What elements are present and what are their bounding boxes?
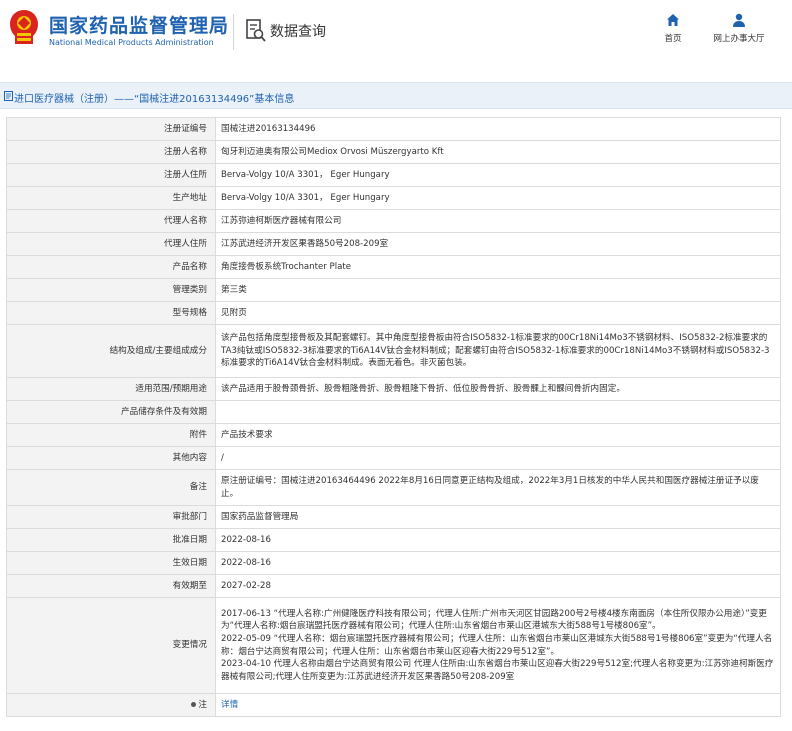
field-label: 产品名称 <box>6 255 216 279</box>
agency-name-en: National Medical Products Administration <box>49 38 214 47</box>
document-icon <box>4 91 13 101</box>
bullet-icon <box>191 701 197 707</box>
field-value: 国家药品监督管理局 <box>215 505 781 529</box>
field-value: 原注册证编号：国械注进20163464496 2022年8月16日同意更正结构及… <box>215 469 781 506</box>
agency-name-cn[interactable]: 国家药品监督管理局 <box>49 11 229 38</box>
document-search-icon <box>246 19 266 42</box>
table-row: 备注 原注册证编号：国械注进20163464496 2022年8月16日同意更正… <box>6 469 781 506</box>
user-icon <box>733 13 745 27</box>
table-row: 代理人住所 江苏武进经济开发区果香路50号208-209室 <box>6 232 781 256</box>
page-title: 数据查询 <box>270 24 326 40</box>
breadcrumb-text: 进口医疗器械（注册）——“国械注进20163134496”基本信息 <box>14 94 295 105</box>
site-header: 国家药品监督管理局 National Medical Products Admi… <box>0 0 792 68</box>
field-label: 型号规格 <box>6 301 216 325</box>
field-value: 产品技术要求 <box>215 423 781 447</box>
field-value: Berva-Volgy 10/A 3301， Eger Hungary <box>215 163 781 187</box>
field-label: 生产地址 <box>6 186 216 210</box>
header-divider <box>233 14 234 50</box>
note-value: 详情 <box>215 693 781 717</box>
change-entry: 2017-06-13 “代理人名称:广州健隆医疗科技有限公司；代理人住所:广州市… <box>221 608 767 632</box>
home-icon <box>667 14 679 26</box>
field-value: 角度接骨板系统Trochanter Plate <box>215 255 781 279</box>
table-row: 产品名称 角度接骨板系统Trochanter Plate <box>6 255 781 279</box>
field-label: 管理类别 <box>6 278 216 302</box>
note-label: 注 <box>198 699 207 710</box>
field-label: 附件 <box>6 423 216 447</box>
field-value <box>215 400 781 424</box>
table-row: 生效日期 2022-08-16 <box>6 551 781 575</box>
field-value: 该产品适用于股骨颈骨折、股骨粗隆骨折、股骨粗隆下骨折、低位股骨骨折、股骨髁上和髁… <box>215 377 781 401</box>
field-label: 代理人住所 <box>6 232 216 256</box>
field-value: 2027-02-28 <box>215 574 781 598</box>
table-row: 注册人住所 Berva-Volgy 10/A 3301， Eger Hungar… <box>6 163 781 187</box>
table-row-change-history: 变更情况 2017-06-13 “代理人名称:广州健隆医疗科技有限公司；代理人住… <box>6 597 781 694</box>
field-value: 匈牙利迈迪奥有限公司Mediox Orvosi Müszergyarto Kft <box>215 140 781 164</box>
field-label: 注册人住所 <box>6 163 216 187</box>
note-label-cell: 注 <box>6 693 216 717</box>
breadcrumb: 进口医疗器械（注册）——“国械注进20163134496”基本信息 <box>0 82 792 109</box>
field-value: / <box>215 446 781 470</box>
table-row: 有效期至 2027-02-28 <box>6 574 781 598</box>
table-row: 批准日期 2022-08-16 <box>6 528 781 552</box>
field-value: Berva-Volgy 10/A 3301， Eger Hungary <box>215 186 781 210</box>
table-row: 生产地址 Berva-Volgy 10/A 3301， Eger Hungary <box>6 186 781 210</box>
table-row: 产品储存条件及有效期 <box>6 400 781 424</box>
field-label: 其他内容 <box>6 446 216 470</box>
change-history: 2017-06-13 “代理人名称:广州健隆医疗科技有限公司；代理人住所:广州市… <box>215 597 781 694</box>
field-value: 见附页 <box>215 301 781 325</box>
table-row: 型号规格 见附页 <box>6 301 781 325</box>
table-row: 注册人名称 匈牙利迈迪奥有限公司Mediox Orvosi Müszergyar… <box>6 140 781 164</box>
field-label: 备注 <box>6 469 216 506</box>
nmpa-emblem-icon[interactable] <box>6 8 42 48</box>
field-value: 国械注进20163134496 <box>215 117 781 141</box>
field-label: 结构及组成/主要组成成分 <box>6 324 216 378</box>
field-value: 2022-08-16 <box>215 528 781 552</box>
table-row: 适用范围/预期用途 该产品适用于股骨颈骨折、股骨粗隆骨折、股骨粗隆下骨折、低位股… <box>6 377 781 401</box>
table-row: 审批部门 国家药品监督管理局 <box>6 505 781 529</box>
table-row: 代理人名称 江苏弥迪柯斯医疗器械有限公司 <box>6 209 781 233</box>
field-value: 第三类 <box>215 278 781 302</box>
field-label: 批准日期 <box>6 528 216 552</box>
table-row: 结构及组成/主要组成成分 该产品包括角度型接骨板及其配套螺钉。其中角度型接骨板由… <box>6 324 781 378</box>
table-row-note: 注 详情 <box>6 693 781 717</box>
field-value: 江苏弥迪柯斯医疗器械有限公司 <box>215 209 781 233</box>
change-entry: 2022-05-09 “代理人名称：烟台宸瑞盟托医疗器械有限公司；代理人住所：山… <box>221 633 773 657</box>
field-label: 适用范围/预期用途 <box>6 377 216 401</box>
field-label: 审批部门 <box>6 505 216 529</box>
nav-service-label: 网上办事大厅 <box>713 34 765 44</box>
change-entry: 2023-04-10 代理人名称由烟台宁达商贸有限公司 代理人住所由:山东省烟台… <box>221 659 774 682</box>
field-value: 2022-08-16 <box>215 551 781 575</box>
field-label: 变更情况 <box>6 597 216 694</box>
table-row: 其他内容 / <box>6 446 781 470</box>
table-row: 管理类别 第三类 <box>6 278 781 302</box>
field-value: 江苏武进经济开发区果香路50号208-209室 <box>215 232 781 256</box>
registration-detail-table: 注册证编号 国械注进20163134496 注册人名称 匈牙利迈迪奥有限公司Me… <box>6 117 781 717</box>
field-label: 代理人名称 <box>6 209 216 233</box>
nav-online-service[interactable]: 网上办事大厅 <box>706 13 772 44</box>
field-label: 生效日期 <box>6 551 216 575</box>
nav-home-label: 首页 <box>664 34 682 44</box>
table-row: 注册证编号 国械注进20163134496 <box>6 117 781 141</box>
table-row: 附件 产品技术要求 <box>6 423 781 447</box>
field-label: 产品储存条件及有效期 <box>6 400 216 424</box>
details-link[interactable]: 详情 <box>221 700 238 710</box>
field-value: 该产品包括角度型接骨板及其配套螺钉。其中角度型接骨板由符合ISO5832-1标准… <box>215 324 781 378</box>
field-label: 有效期至 <box>6 574 216 598</box>
nav-home[interactable]: 首页 <box>660 13 686 44</box>
field-label: 注册人名称 <box>6 140 216 164</box>
field-label: 注册证编号 <box>6 117 216 141</box>
